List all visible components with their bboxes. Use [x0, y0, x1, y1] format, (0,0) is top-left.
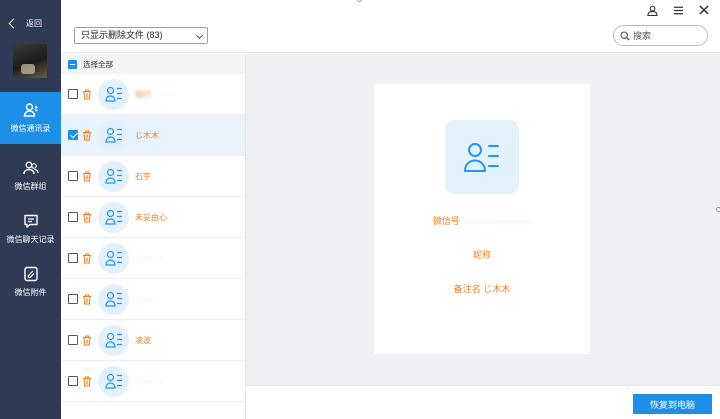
contact-avatar	[98, 242, 129, 274]
contact-name: · · · · · ·	[135, 253, 163, 263]
chevron-left-icon	[8, 18, 19, 29]
chevron-down-icon	[195, 31, 204, 40]
search-input[interactable]	[633, 30, 703, 41]
user-icon	[646, 5, 658, 16]
contact-avatar	[445, 120, 519, 194]
contact-checkbox[interactable]	[68, 212, 78, 222]
bottom-bar: 恢复到电脑	[246, 385, 720, 419]
contact-row[interactable]: · · · · ·	[61, 279, 245, 320]
contact-row[interactable]: 银行 · · · · ·	[61, 74, 245, 115]
nav-label-groups: 微信群组	[14, 182, 47, 191]
trash-icon	[83, 130, 91, 140]
contact-row[interactable]: 未妥由心	[61, 197, 245, 238]
group-icon	[22, 161, 39, 175]
contact-name: 未妥由心	[135, 212, 167, 222]
contact-row[interactable]: 凌波	[61, 320, 245, 361]
nav-label-chat-history: 微信聊天记录	[6, 235, 55, 244]
sidebar: 返回 微信通讯录 微信群组 微信聊天记录 微信附件	[0, 0, 61, 419]
contact-checkbox[interactable]	[68, 335, 78, 345]
contact-card-icon	[464, 143, 499, 172]
nav-label-contacts: 微信通讯录	[10, 124, 51, 133]
trash-icon	[83, 294, 91, 304]
nav-item-groups[interactable]: 微信群组	[0, 150, 61, 202]
nav-item-chat-history[interactable]: 微信聊天记录	[0, 203, 61, 255]
contact-avatar	[98, 283, 129, 315]
chat-icon	[23, 214, 38, 228]
contact-checkbox[interactable]	[68, 130, 78, 140]
contact-checkbox[interactable]	[68, 89, 78, 99]
close-button[interactable]	[698, 4, 710, 16]
contact-name: · · · · · ·	[135, 376, 163, 386]
contact-row[interactable]: 石宇	[61, 156, 245, 197]
top-toolbar: 只显示删除文件 (83)	[61, 0, 720, 53]
contact-avatar	[98, 160, 129, 192]
close-icon	[699, 5, 709, 15]
remark-label: 备注名	[453, 284, 481, 294]
contact-row[interactable]: · · · · · ·	[61, 361, 245, 402]
trash-icon	[83, 253, 91, 263]
contact-avatar	[98, 119, 129, 151]
trash-icon	[83, 171, 91, 181]
contact-card-icon	[104, 373, 122, 389]
contact-card-icon	[104, 209, 122, 225]
account-button[interactable]	[646, 4, 658, 16]
filter-dropdown[interactable]: 只显示删除文件 (83)	[74, 27, 208, 44]
contacts-icon	[23, 103, 38, 117]
contact-name: · · · · ·	[135, 294, 158, 304]
contact-card-icon	[104, 168, 122, 184]
nav-item-attachments[interactable]: 微信附件	[0, 256, 61, 308]
contact-checkbox[interactable]	[68, 171, 78, 181]
nickname-field: 昵称	[374, 248, 590, 261]
contact-avatar	[98, 201, 129, 233]
search-icon	[620, 30, 630, 41]
trash-icon	[83, 212, 91, 222]
contact-checkbox[interactable]	[68, 294, 78, 304]
contact-card-icon	[104, 86, 122, 102]
contact-name: 凌波	[135, 335, 151, 345]
contact-detail-card: 微信号 · · · · · · · · · · · · · 昵称 备注名 じ木木	[374, 84, 590, 354]
menu-button[interactable]	[672, 4, 684, 16]
contact-checkbox[interactable]	[68, 376, 78, 386]
contact-avatar	[98, 365, 129, 397]
select-all-label: 选择全部	[83, 59, 113, 69]
attachment-icon	[23, 266, 38, 282]
contact-list: 选择全部 银行 · · · · · じ木木石宇未妥由心 · · · · · · · …	[61, 54, 246, 419]
contact-avatar	[98, 324, 129, 356]
contact-name: 银行 · · · · ·	[135, 89, 176, 99]
select-all-row[interactable]: 选择全部	[61, 54, 245, 74]
trash-icon	[83, 89, 91, 99]
nickname-label: 昵称	[472, 250, 491, 260]
nav-label-attachments: 微信附件	[14, 288, 47, 297]
trash-icon	[83, 335, 91, 345]
restore-to-computer-button[interactable]: 恢复到电脑	[633, 394, 712, 414]
menu-icon	[673, 6, 683, 14]
back-label: 返回	[26, 19, 42, 28]
wechat-id-value: · · · · · · · · · · · · ·	[462, 216, 532, 226]
contact-card-icon	[104, 127, 122, 143]
contact-name: じ木木	[135, 130, 159, 140]
nav-item-contacts[interactable]: 微信通讯录	[0, 92, 61, 144]
contact-row[interactable]: じ木木	[61, 115, 245, 156]
search-box	[613, 25, 708, 46]
wechat-id-field: 微信号 · · · · · · · · · · · · ·	[374, 214, 590, 227]
contact-avatar	[98, 78, 129, 110]
select-all-checkbox[interactable]	[68, 59, 77, 69]
user-avatar	[13, 44, 47, 78]
wechat-id-label: 微信号	[432, 216, 460, 226]
contact-checkbox[interactable]	[68, 253, 78, 263]
back-button[interactable]: 返回	[8, 18, 42, 29]
contact-card-icon	[104, 250, 122, 266]
resize-handle-right[interactable]	[716, 207, 720, 212]
trash-icon	[83, 376, 91, 386]
filter-dropdown-value: 只显示删除文件 (83)	[81, 30, 163, 40]
contact-card-icon	[104, 291, 122, 307]
contact-name: 石宇	[135, 171, 151, 181]
remark-value: じ木木	[483, 284, 511, 294]
window-controls	[646, 4, 710, 16]
contact-card-icon	[104, 332, 122, 348]
contact-row[interactable]: · · · · · ·	[61, 238, 245, 279]
remark-field: 备注名 じ木木	[374, 282, 590, 295]
